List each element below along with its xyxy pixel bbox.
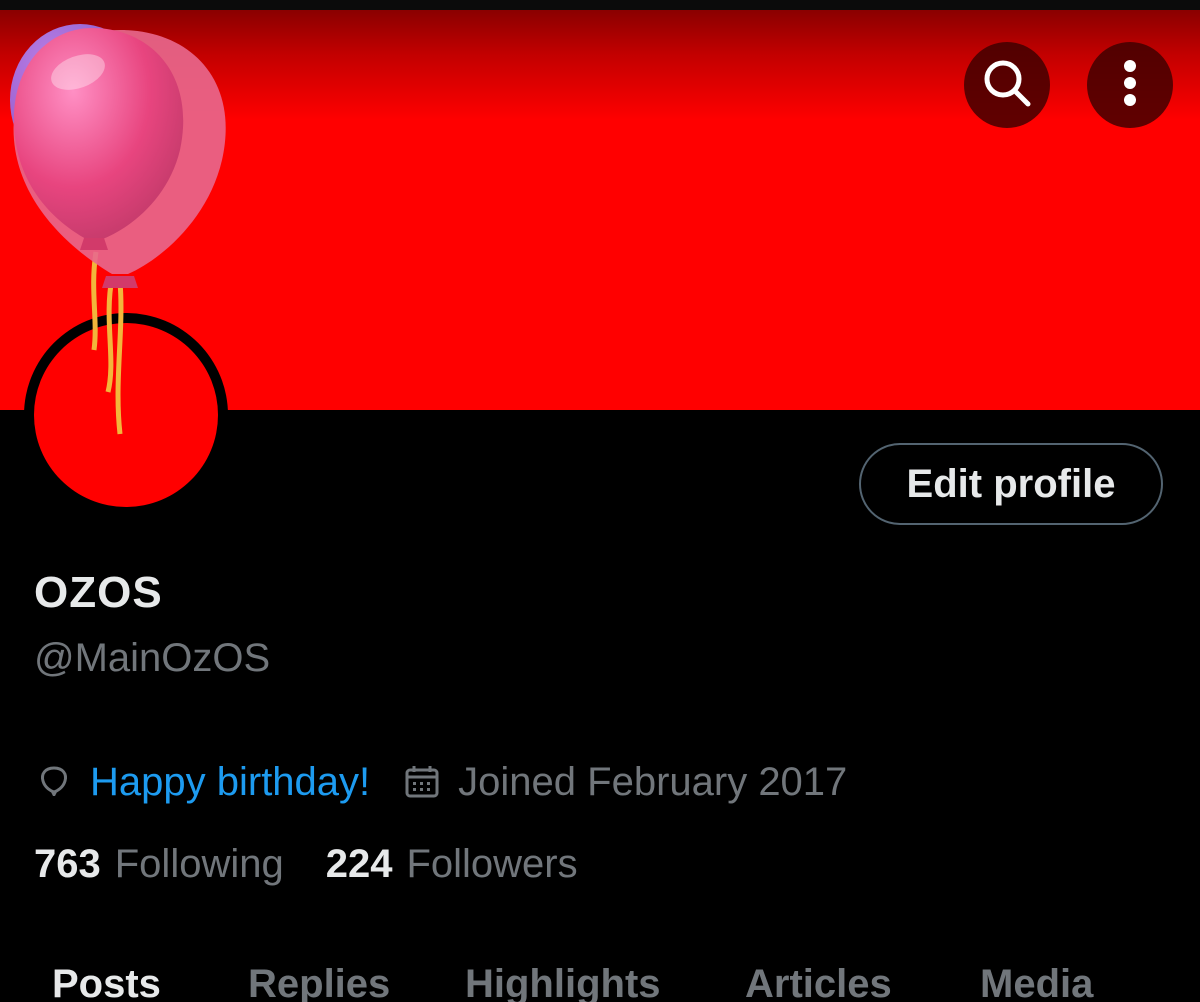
user-handle: @MainOzOS [34,636,271,680]
followers-link[interactable]: 224 Followers [326,842,578,887]
more-options-button[interactable] [1087,42,1173,128]
avatar[interactable] [24,313,228,517]
followers-label: Followers [406,842,578,886]
tab-highlights[interactable]: Highlights [465,962,661,1002]
birthday-link[interactable]: Happy birthday! [90,760,370,805]
search-icon [980,56,1034,115]
follow-stats: 763 Following 224 Followers [34,842,620,887]
tab-posts[interactable]: Posts [52,962,161,1002]
avatar-image [34,323,218,507]
search-button[interactable] [964,42,1050,128]
following-label: Following [114,842,284,886]
following-count: 763 [34,842,101,886]
tab-replies[interactable]: Replies [248,962,390,1002]
profile-meta: Happy birthday! Joined February 2017 [34,754,847,810]
balloon-icon [34,762,74,802]
following-link[interactable]: 763 Following [34,842,284,887]
joined-date: Joined February 2017 [458,759,848,804]
followers-count: 224 [325,842,393,886]
edit-profile-button[interactable]: Edit profile [859,443,1163,525]
tab-media[interactable]: Media [980,962,1093,1002]
display-name: OZOS [34,568,163,617]
profile-tabs: Posts Replies Highlights Articles Media [0,962,1200,1002]
more-vertical-icon [1120,56,1140,115]
tab-articles[interactable]: Articles [745,962,892,1002]
calendar-icon [402,762,442,802]
status-strip [0,0,1200,10]
